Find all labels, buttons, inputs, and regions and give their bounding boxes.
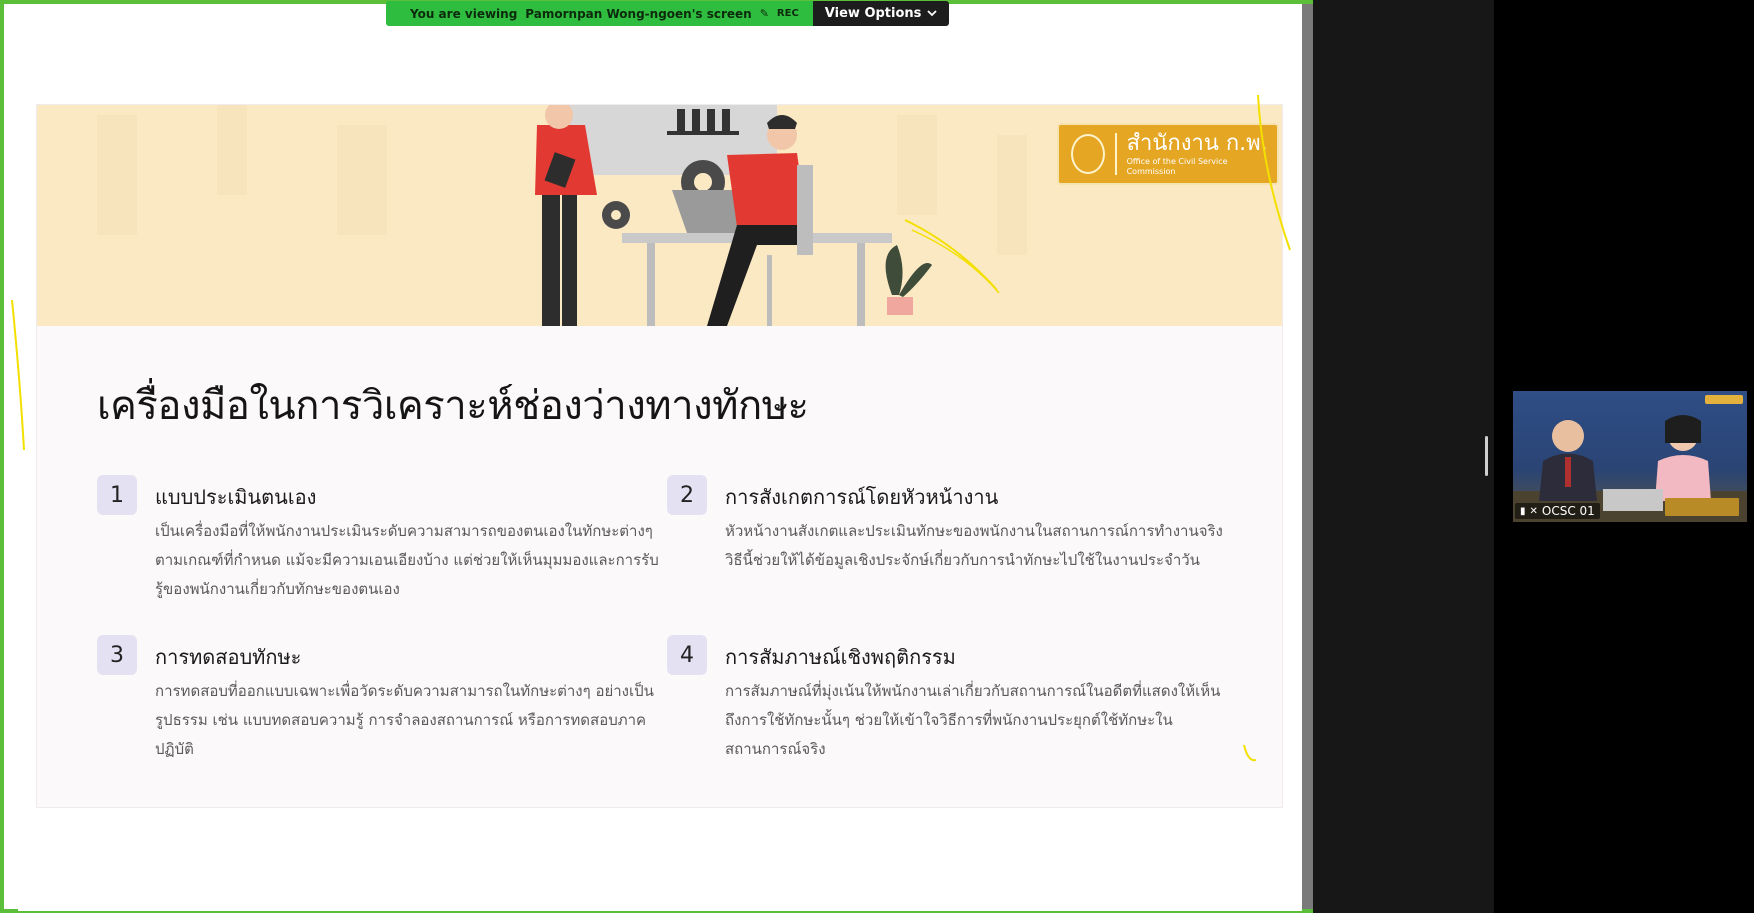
- channel-badge: [1705, 395, 1743, 404]
- nameplate: [1665, 498, 1739, 516]
- participant-name-label: ▮ ✕ OCSC 01: [1515, 503, 1600, 519]
- signal-icon: ▮: [1520, 505, 1526, 517]
- rec-indicator: REC: [776, 8, 799, 19]
- participant-name: OCSC 01: [1541, 504, 1595, 518]
- zoom-meeting-window: You are viewing Pamornpan Wong-ngoen's s…: [0, 0, 1754, 913]
- participants-panel: [1313, 0, 1494, 913]
- panel-scrollbar[interactable]: [1485, 436, 1488, 476]
- view-options-button[interactable]: View Options: [812, 1, 950, 26]
- annotation-layer: [11, 94, 1291, 762]
- viewing-banner: You are viewing Pamornpan Wong-ngoen's s…: [386, 1, 950, 26]
- mic-muted-icon: ✕: [1529, 505, 1538, 517]
- participant-video-tile[interactable]: ▮ ✕ OCSC 01: [1513, 391, 1747, 522]
- annotate-icon[interactable]: ✎: [760, 7, 769, 20]
- view-options-label: View Options: [824, 6, 922, 21]
- viewing-label: You are viewing Pamornpan Wong-ngoen's s…: [386, 1, 813, 26]
- viewing-name: Pamornpan Wong-ngoen's screen: [525, 6, 752, 21]
- chevron-down-icon: [927, 6, 938, 21]
- viewing-prefix: You are viewing: [410, 6, 518, 21]
